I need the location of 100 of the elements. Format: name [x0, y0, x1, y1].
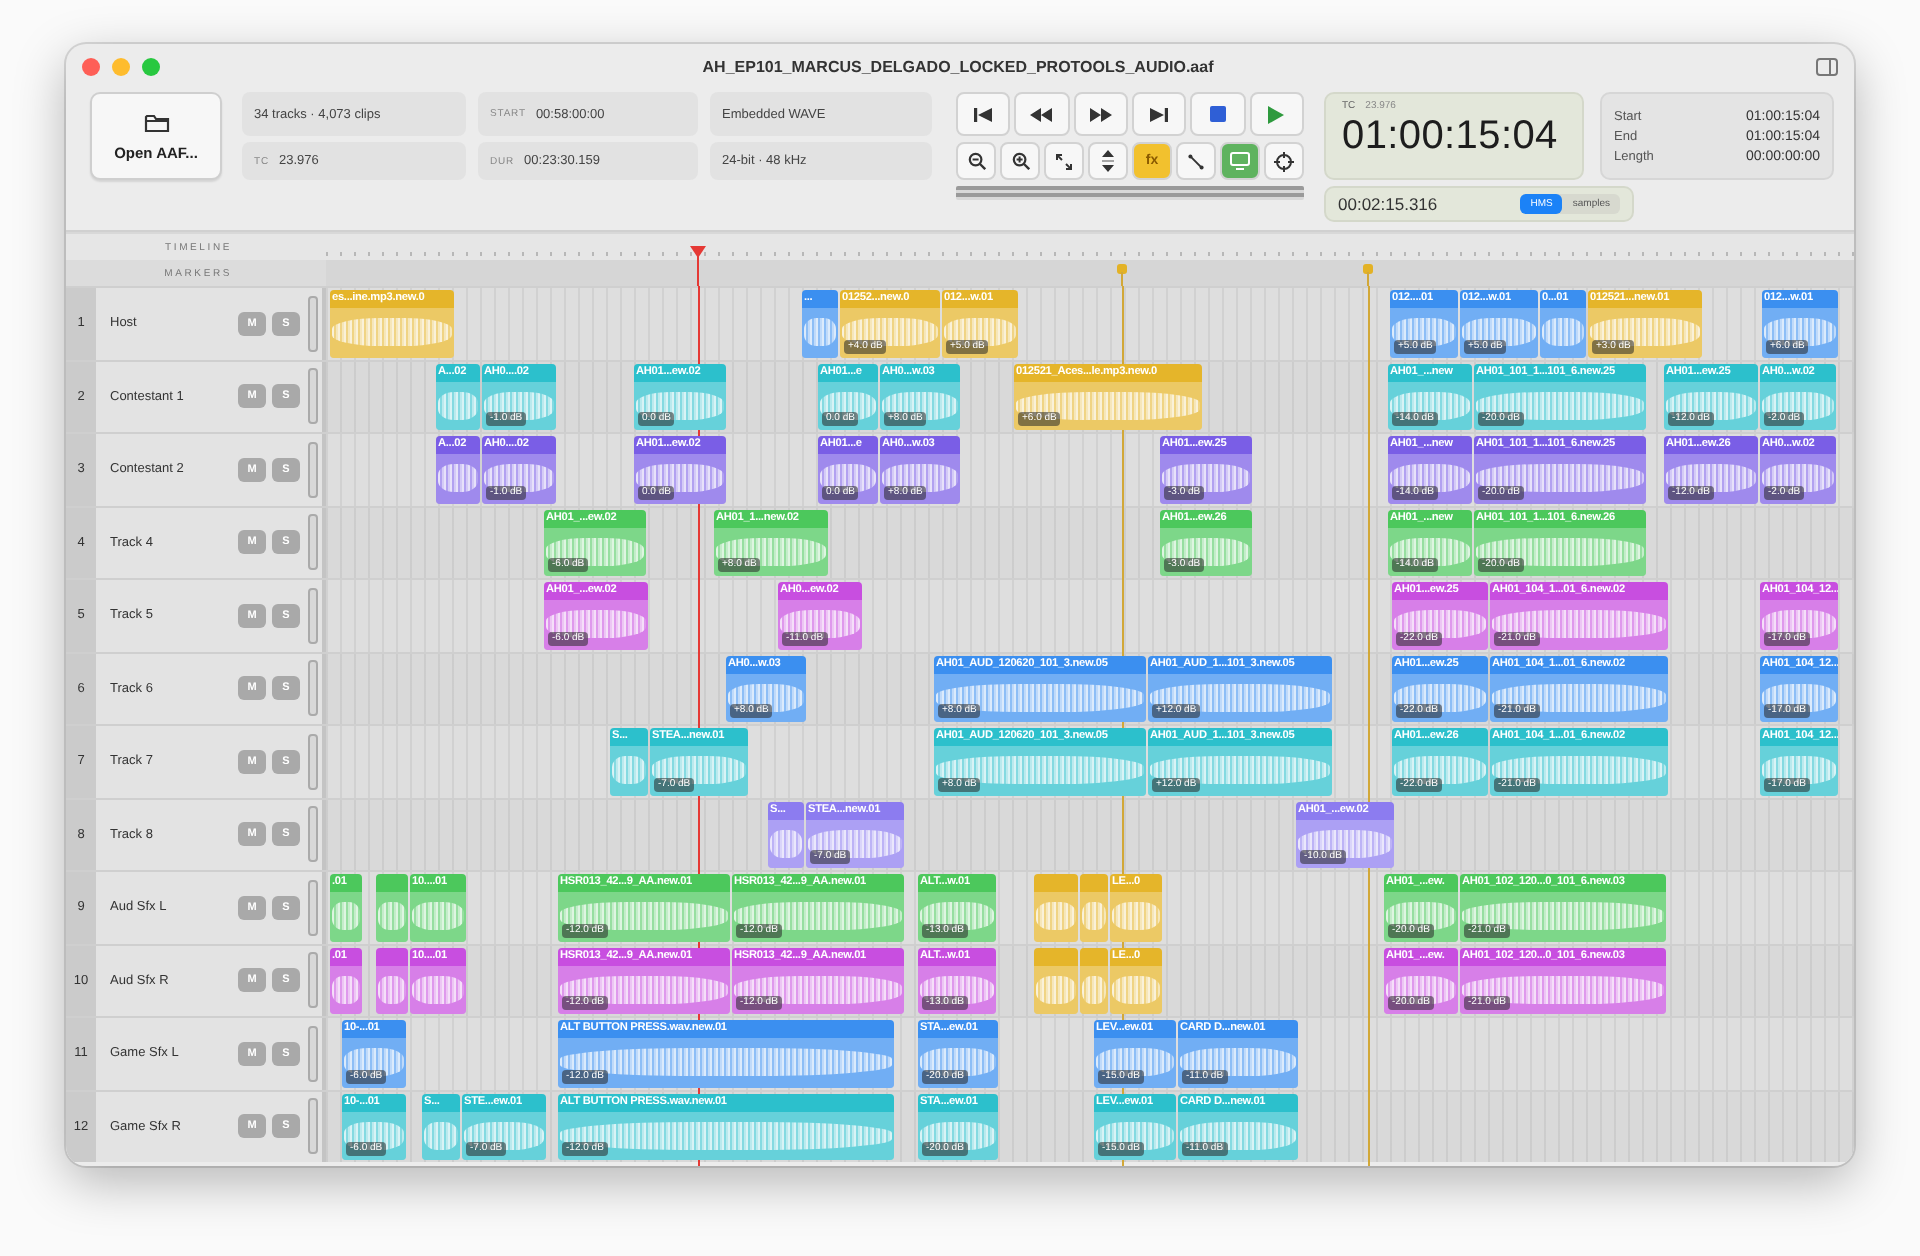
volume-fader[interactable]	[308, 879, 318, 936]
waveform	[1082, 902, 1106, 931]
waveform	[412, 975, 464, 1004]
waveform	[804, 318, 836, 347]
waveform	[1390, 391, 1470, 420]
waveform	[1462, 318, 1536, 347]
waveform	[636, 391, 724, 420]
volume-fader[interactable]	[308, 587, 318, 644]
audio-clip[interactable]	[1034, 947, 1078, 1014]
monitor-icon	[1230, 152, 1250, 170]
timecode-value: 01:00:15:04	[1342, 112, 1560, 160]
waveform	[546, 537, 644, 566]
minimize-button[interactable]	[112, 57, 130, 75]
waveform	[780, 610, 860, 639]
audio-clip[interactable]	[376, 874, 408, 941]
stop-button[interactable]	[1190, 92, 1246, 136]
diagonal-line-icon	[1188, 153, 1204, 169]
audio-clip[interactable]	[1034, 874, 1078, 941]
play-icon	[1268, 105, 1285, 123]
waveform	[1392, 318, 1456, 347]
audio-clip[interactable]	[376, 947, 408, 1014]
volume-fader[interactable]	[308, 1098, 318, 1155]
skip-back-button[interactable]	[956, 92, 1011, 136]
marker[interactable]	[1116, 264, 1128, 286]
waveform	[1666, 391, 1756, 420]
waveform	[612, 756, 646, 785]
waveform	[1096, 1048, 1174, 1077]
waveform	[378, 975, 406, 1004]
volume-fader[interactable]	[308, 441, 318, 498]
waveform	[920, 975, 994, 1004]
waveform	[332, 318, 452, 347]
waveform	[882, 464, 958, 493]
waveform	[344, 1048, 404, 1077]
marker[interactable]	[1362, 264, 1374, 286]
up-down-tool-button[interactable]	[1088, 142, 1128, 180]
waveform	[412, 902, 464, 931]
waveform	[636, 464, 724, 493]
waveform	[1762, 391, 1834, 420]
rewind-button[interactable]	[1014, 92, 1070, 136]
waveform	[484, 464, 554, 493]
folder-icon	[143, 111, 169, 133]
volume-fader[interactable]	[308, 733, 318, 790]
volume-fader[interactable]	[308, 1025, 318, 1082]
stop-icon	[1209, 106, 1226, 122]
up-down-arrows-icon	[1102, 150, 1114, 172]
zoom-button[interactable]	[142, 57, 160, 75]
waveform	[1112, 902, 1160, 931]
volume-fader[interactable]	[308, 295, 318, 352]
zoom-out-tool-button[interactable]	[956, 142, 996, 180]
volume-fader[interactable]	[308, 806, 318, 863]
waveform	[1112, 975, 1160, 1004]
time-ruler[interactable]	[326, 234, 1854, 260]
volume-fader[interactable]	[308, 368, 318, 425]
elapsed-time: 00:02:15.316	[1338, 194, 1438, 214]
waveform	[438, 391, 478, 420]
fast-forward-icon	[1089, 107, 1112, 121]
waveform	[1180, 1121, 1296, 1150]
waveform	[1590, 318, 1700, 347]
waveform	[1298, 829, 1392, 858]
crosshair-tool-button[interactable]	[1264, 142, 1304, 180]
waveform	[920, 902, 994, 931]
zoom-in-tool-button[interactable]	[1000, 142, 1040, 180]
volume-fader[interactable]	[308, 952, 318, 1009]
rewind-icon	[1030, 107, 1053, 121]
skip-forward-button[interactable]	[1131, 92, 1187, 136]
waveform	[882, 391, 958, 420]
waveform	[1096, 1121, 1174, 1150]
waveform	[1162, 537, 1250, 566]
fast-forward-button[interactable]	[1073, 92, 1128, 136]
waveform	[1762, 610, 1836, 639]
playhead[interactable]	[688, 246, 708, 286]
expand-tool-button[interactable]	[1044, 142, 1084, 180]
waveform	[842, 318, 938, 347]
waveform	[1390, 537, 1470, 566]
waveform	[1394, 683, 1486, 712]
audio-clip[interactable]	[1080, 947, 1108, 1014]
waveform	[1386, 975, 1456, 1004]
waveform	[1764, 318, 1836, 347]
waveform	[808, 829, 902, 858]
waveform	[1394, 756, 1486, 785]
audio-clip[interactable]	[1080, 874, 1108, 941]
link-tool-button[interactable]	[1176, 142, 1216, 180]
sidebar-icon[interactable]	[1816, 57, 1838, 75]
waveform	[1082, 975, 1106, 1004]
waveform	[484, 391, 554, 420]
waveform	[464, 1121, 544, 1150]
waveform	[438, 464, 478, 493]
crosshair-icon	[1274, 151, 1294, 171]
waveform	[716, 537, 826, 566]
expand-icon	[1056, 153, 1072, 169]
volume-fader[interactable]	[308, 514, 318, 571]
close-button[interactable]	[82, 57, 100, 75]
waveform	[1180, 1048, 1296, 1077]
marker-lane[interactable]	[326, 260, 1854, 286]
waveform	[332, 902, 360, 931]
waveform	[332, 975, 360, 1004]
waveform	[1762, 756, 1836, 785]
waveform	[1386, 902, 1456, 931]
waveform	[1162, 464, 1250, 493]
volume-fader[interactable]	[308, 660, 318, 717]
